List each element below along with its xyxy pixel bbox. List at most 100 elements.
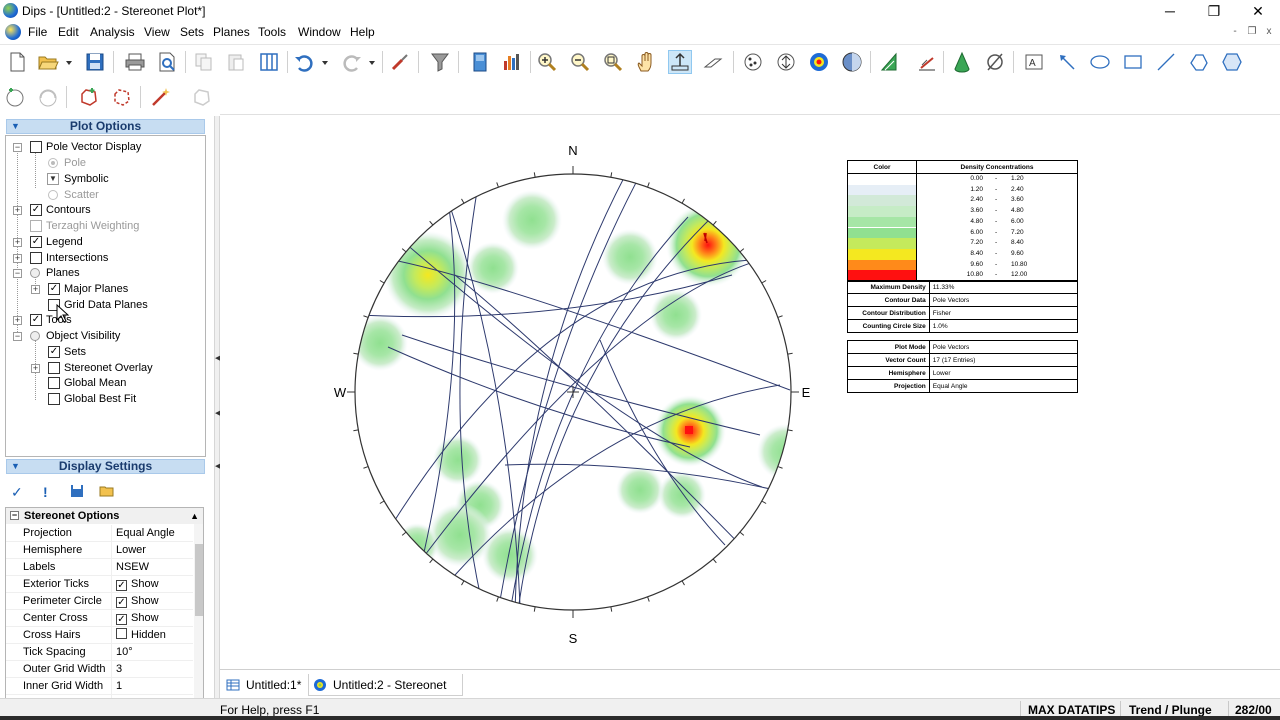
status-max-datatips[interactable]: MAX DATATIPS xyxy=(1028,703,1115,717)
mdi-minimize-button[interactable]: - xyxy=(1228,26,1242,38)
compass-icon[interactable] xyxy=(983,50,1007,74)
display-settings-header[interactable]: ▼ Display Settings xyxy=(6,459,205,474)
checkbox[interactable]: ✓ xyxy=(116,580,127,591)
legend-checkbox[interactable]: ✓ xyxy=(30,236,42,248)
menu-view[interactable]: View xyxy=(144,25,170,39)
intersections-checkbox[interactable] xyxy=(30,252,42,264)
menu-file[interactable]: File xyxy=(28,25,47,39)
polyline-icon[interactable] xyxy=(1187,50,1211,74)
sets-checkbox[interactable]: ✓ xyxy=(48,346,60,358)
mdi-close-button[interactable]: x xyxy=(1262,26,1276,38)
undo-icon[interactable] xyxy=(292,50,316,74)
prop-value[interactable]: 1 xyxy=(111,678,122,695)
expand-icon[interactable]: + xyxy=(13,254,22,263)
arrow-icon[interactable] xyxy=(1055,50,1079,74)
open-icon[interactable] xyxy=(99,484,115,501)
expand-icon[interactable]: + xyxy=(31,364,40,373)
prop-value[interactable]: ✓ Show xyxy=(111,576,159,593)
filter-icon[interactable] xyxy=(428,50,452,74)
menu-help[interactable]: Help xyxy=(350,25,375,39)
checkbox[interactable] xyxy=(116,628,127,639)
copy-icon[interactable] xyxy=(192,50,216,74)
zoom-out-icon[interactable] xyxy=(568,50,592,74)
scrollbar-thumb[interactable] xyxy=(195,544,203,616)
major-planes-checkbox[interactable]: ✓ xyxy=(48,283,60,295)
chevron-down-icon[interactable]: ▼ xyxy=(47,173,59,185)
edit-set-icon[interactable] xyxy=(110,85,134,109)
tools-icon[interactable] xyxy=(388,50,412,74)
print-icon[interactable] xyxy=(123,50,147,74)
prop-row-outer-grid-width[interactable]: Outer Grid Width 3 xyxy=(6,661,193,678)
redo-dropdown-icon[interactable] xyxy=(365,50,379,74)
polygon-icon[interactable] xyxy=(1220,50,1244,74)
prop-row-center-cross[interactable]: Center Cross ✓ Show xyxy=(6,610,193,627)
sets-icon[interactable] xyxy=(468,50,492,74)
chart-icon[interactable] xyxy=(500,50,524,74)
apply-icon[interactable]: ✓ xyxy=(11,484,23,501)
expand-icon[interactable]: + xyxy=(13,206,22,215)
open-dropdown-icon[interactable] xyxy=(62,50,76,74)
prop-value[interactable]: NSEW xyxy=(111,559,149,576)
pole-vector-display-checkbox[interactable] xyxy=(30,141,42,153)
scatter-radio[interactable] xyxy=(48,190,58,200)
prop-row-hemisphere[interactable]: Hemisphere Lower xyxy=(6,542,193,559)
stereonet-overlay-checkbox[interactable] xyxy=(48,362,60,374)
delete-icon[interactable] xyxy=(190,85,214,109)
prop-value[interactable]: Lower xyxy=(111,542,146,559)
alert-icon[interactable]: ! xyxy=(43,484,48,500)
prop-value[interactable]: 3 xyxy=(111,661,122,678)
stereonet-pole-icon[interactable] xyxy=(741,50,765,74)
save-icon[interactable] xyxy=(83,50,107,74)
menu-tools[interactable]: Tools xyxy=(258,25,286,39)
globe-icon[interactable] xyxy=(807,50,831,74)
add-set-window-icon[interactable] xyxy=(77,85,101,109)
prop-value[interactable]: ✓ Show xyxy=(111,593,159,610)
paste-icon[interactable] xyxy=(224,50,248,74)
prop-row-inner-grid-width[interactable]: Inner Grid Width 1 xyxy=(6,678,193,695)
new-icon[interactable] xyxy=(5,50,29,74)
document-icon[interactable] xyxy=(5,24,21,40)
rosette-icon[interactable] xyxy=(915,50,939,74)
collapse-icon[interactable]: − xyxy=(13,332,22,341)
global-mean-checkbox[interactable] xyxy=(48,377,60,389)
add-pole-icon[interactable] xyxy=(3,85,27,109)
menu-edit[interactable]: Edit xyxy=(58,25,79,39)
minimize-button[interactable]: ─ xyxy=(1148,0,1192,22)
save-icon[interactable] xyxy=(70,484,84,501)
collapse-icon[interactable]: − xyxy=(13,269,22,278)
print-preview-icon[interactable] xyxy=(155,50,179,74)
prop-row-projection[interactable]: Projection Equal Angle xyxy=(6,525,193,542)
ellipse-icon[interactable] xyxy=(1088,50,1112,74)
kinematic-icon[interactable] xyxy=(878,50,902,74)
expand-icon[interactable]: + xyxy=(13,238,22,247)
stereonet-contour-icon[interactable] xyxy=(774,50,798,74)
prop-row-perimeter-circle[interactable]: Perimeter Circle ✓ Show xyxy=(6,593,193,610)
text-icon[interactable]: A xyxy=(1022,50,1046,74)
hemisphere-icon[interactable] xyxy=(840,50,864,74)
terzaghi-checkbox[interactable] xyxy=(30,220,42,232)
status-mode[interactable]: Trend / Plunge xyxy=(1129,703,1212,717)
checkbox[interactable]: ✓ xyxy=(116,597,127,608)
add-plane-icon[interactable] xyxy=(36,85,60,109)
redo-icon[interactable] xyxy=(340,50,364,74)
stereonet-options-section[interactable]: − Stereonet Options ▲ xyxy=(6,508,203,524)
prop-row-exterior-ticks[interactable]: Exterior Ticks ✓ Show xyxy=(6,576,193,593)
collapse-icon[interactable]: − xyxy=(10,511,19,520)
global-best-fit-checkbox[interactable] xyxy=(48,393,60,405)
prop-value[interactable]: ✓ Show xyxy=(111,610,159,627)
checkbox[interactable]: ✓ xyxy=(116,614,127,625)
dips-app-icon[interactable] xyxy=(3,3,18,18)
zoom-extents-icon[interactable] xyxy=(601,50,625,74)
stereonet-plot[interactable]: N S E W xyxy=(220,115,820,670)
undo-dropdown-icon[interactable] xyxy=(318,50,332,74)
menu-sets[interactable]: Sets xyxy=(180,25,204,39)
prop-row-cross-hairs[interactable]: Cross Hairs Hidden xyxy=(6,627,193,644)
expand-icon[interactable]: + xyxy=(31,285,40,294)
prop-row-tick-spacing[interactable]: Tick Spacing 10° xyxy=(6,644,193,661)
prop-value[interactable]: Equal Angle xyxy=(111,525,175,542)
menu-window[interactable]: Window xyxy=(298,25,341,39)
close-button[interactable]: ✕ xyxy=(1236,0,1280,22)
collapse-icon[interactable]: − xyxy=(13,143,22,152)
mdi-restore-button[interactable]: ❐ xyxy=(1245,26,1259,38)
tools-checkbox[interactable]: ✓ xyxy=(30,314,42,326)
